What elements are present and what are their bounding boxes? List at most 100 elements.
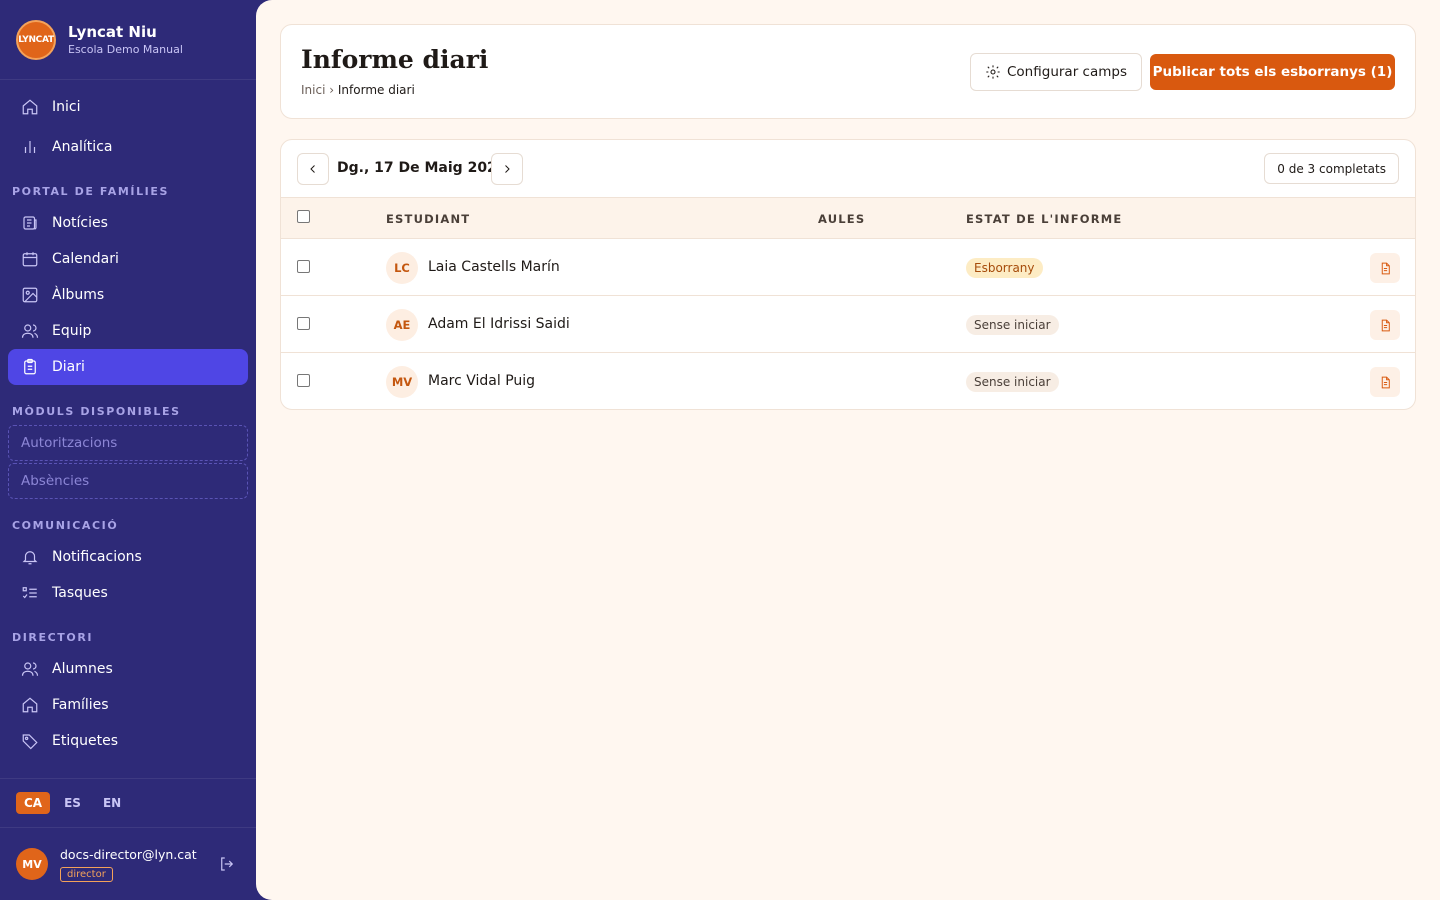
users-icon [20,659,40,679]
sidebar-item-inici[interactable]: Inici [8,89,248,125]
bar-chart-icon [20,137,40,157]
newspaper-icon [20,213,40,233]
language-switcher: CA ES EN [0,778,256,828]
sidebar-item-label: Alumnes [52,661,113,677]
users-icon [20,321,40,341]
breadcrumb-current: Informe diari [337,83,415,97]
section-title-communication: COMUNICACIÓ [12,518,119,532]
lang-en-button[interactable]: EN [95,792,129,814]
configure-fields-label: Configurar camps [1007,64,1127,80]
sidebar-item-albums[interactable]: Àlbums [8,277,248,313]
completion-counter: 0 de 3 completats [1264,153,1399,184]
sidebar-item-diari[interactable]: Diari [8,349,248,385]
sidebar-item-label: Notícies [52,215,108,231]
brand[interactable]: LYNCAT Lyncat Niu Escola Demo Manual [0,0,256,80]
section-title-portal: PORTAL DE FAMÍLIES [12,184,170,198]
sidebar-item-etiquetes[interactable]: Etiquetes [8,723,248,759]
publish-drafts-button[interactable]: Publicar tots els esborranys (1) [1150,54,1395,90]
open-report-button[interactable] [1370,253,1400,283]
status-badge: Esborrany [966,258,1043,278]
bell-icon [20,547,40,567]
tag-icon [20,731,40,751]
gear-icon [986,65,1000,79]
sidebar-item-analitica[interactable]: Analítica [8,129,248,165]
sidebar-item-label: Inici [52,99,81,115]
section-title-modules: MÒDULS DISPONIBLES [12,404,181,418]
column-header-status[interactable]: ESTAT DE L'INFORME [966,212,1123,226]
breadcrumb: Inici › Informe diari [301,83,415,97]
module-item-absencies[interactable]: Absències [8,463,248,499]
sidebar-item-label: Equip [52,323,92,339]
module-item-autoritzacions[interactable]: Autoritzacions [8,425,248,461]
sidebar-item-equip[interactable]: Equip [8,313,248,349]
student-avatar: MV [386,366,418,398]
sidebar-item-label: Diari [52,359,85,375]
calendar-icon [20,249,40,269]
previous-day-button[interactable] [297,153,329,185]
sidebar-item-label: Tasques [52,585,108,601]
student-avatar: LC [386,252,418,284]
avatar: MV [16,848,48,880]
open-report-button[interactable] [1370,310,1400,340]
table-row[interactable]: LC Laia Castells Marín Esborrany [281,239,1415,296]
sidebar-item-notificacions[interactable]: Notificacions [8,539,248,575]
user-email: docs-director@lyn.cat [60,846,197,862]
row-checkbox[interactable] [297,374,310,387]
brand-subtitle: Escola Demo Manual [68,43,183,56]
sidebar-item-label: Analítica [52,139,113,155]
student-name[interactable]: Adam El Idrissi Saidi [428,316,570,332]
current-date: Dg., 17 De Maig 2026 [337,160,507,176]
document-icon [1381,376,1390,388]
image-icon [20,285,40,305]
lang-es-button[interactable]: ES [56,792,89,814]
user-box: MV docs-director@lyn.cat director [0,828,256,900]
sidebar-item-label: Etiquetes [52,733,118,749]
student-avatar: AE [386,309,418,341]
lang-ca-button[interactable]: CA [16,792,51,814]
column-header-student[interactable]: ESTUDIANT [386,212,470,226]
sidebar-item-noticies[interactable]: Notícies [8,205,248,241]
student-name[interactable]: Marc Vidal Puig [428,373,535,389]
brand-logo: LYNCAT [16,19,56,60]
chevron-right-icon [505,165,510,173]
page-title: Informe diari [301,45,489,74]
row-checkbox[interactable] [297,317,310,330]
sidebar-item-label: Calendari [52,251,119,267]
checklist-icon [20,583,40,603]
document-icon [1381,262,1390,274]
next-day-button[interactable] [491,153,523,185]
sidebar-item-alumnes[interactable]: Alumnes [8,651,248,687]
brand-title: Lyncat Niu [68,23,157,41]
sidebar-item-label: Famílies [52,697,109,713]
column-header-classes[interactable]: AULES [818,212,865,226]
chevron-left-icon [310,165,315,173]
sidebar-item-tasques[interactable]: Tasques [8,575,248,611]
sidebar-item-calendari[interactable]: Calendari [8,241,248,277]
open-report-button[interactable] [1370,367,1400,397]
student-name[interactable]: Laia Castells Marín [428,259,560,275]
row-checkbox[interactable] [297,260,310,273]
page-header: Informe diari Inici › Informe diari Conf… [280,24,1416,119]
table-row[interactable]: MV Marc Vidal Puig Sense iniciar [281,353,1415,409]
home-icon [20,695,40,715]
status-badge: Sense iniciar [966,315,1059,335]
clipboard-icon [20,357,40,377]
breadcrumb-home-link[interactable]: Inici [301,83,325,97]
date-toolbar: Dg., 17 De Maig 2026 0 de 3 completats [281,140,1415,197]
logout-icon[interactable] [218,855,236,877]
sidebar-item-label: Notificacions [52,549,142,565]
configure-fields-button[interactable]: Configurar camps [970,53,1142,91]
sidebar: LYNCAT Lyncat Niu Escola Demo Manual Ini… [0,0,256,900]
sidebar-item-families[interactable]: Famílies [8,687,248,723]
table-header: ESTUDIANT AULES ESTAT DE L'INFORME [281,197,1415,239]
main-content: Informe diari Inici › Informe diari Conf… [256,0,1440,900]
table-row[interactable]: AE Adam El Idrissi Saidi Sense iniciar [281,296,1415,353]
breadcrumb-separator: › [329,83,335,97]
section-title-director: DIRECTORI [12,630,94,644]
role-badge: director [60,866,113,882]
document-icon [1381,319,1390,331]
select-all-checkbox[interactable] [297,210,310,223]
sidebar-item-label: Àlbums [52,287,105,303]
daily-report-table: Dg., 17 De Maig 2026 0 de 3 completats E… [280,139,1416,410]
home-icon [20,97,40,117]
